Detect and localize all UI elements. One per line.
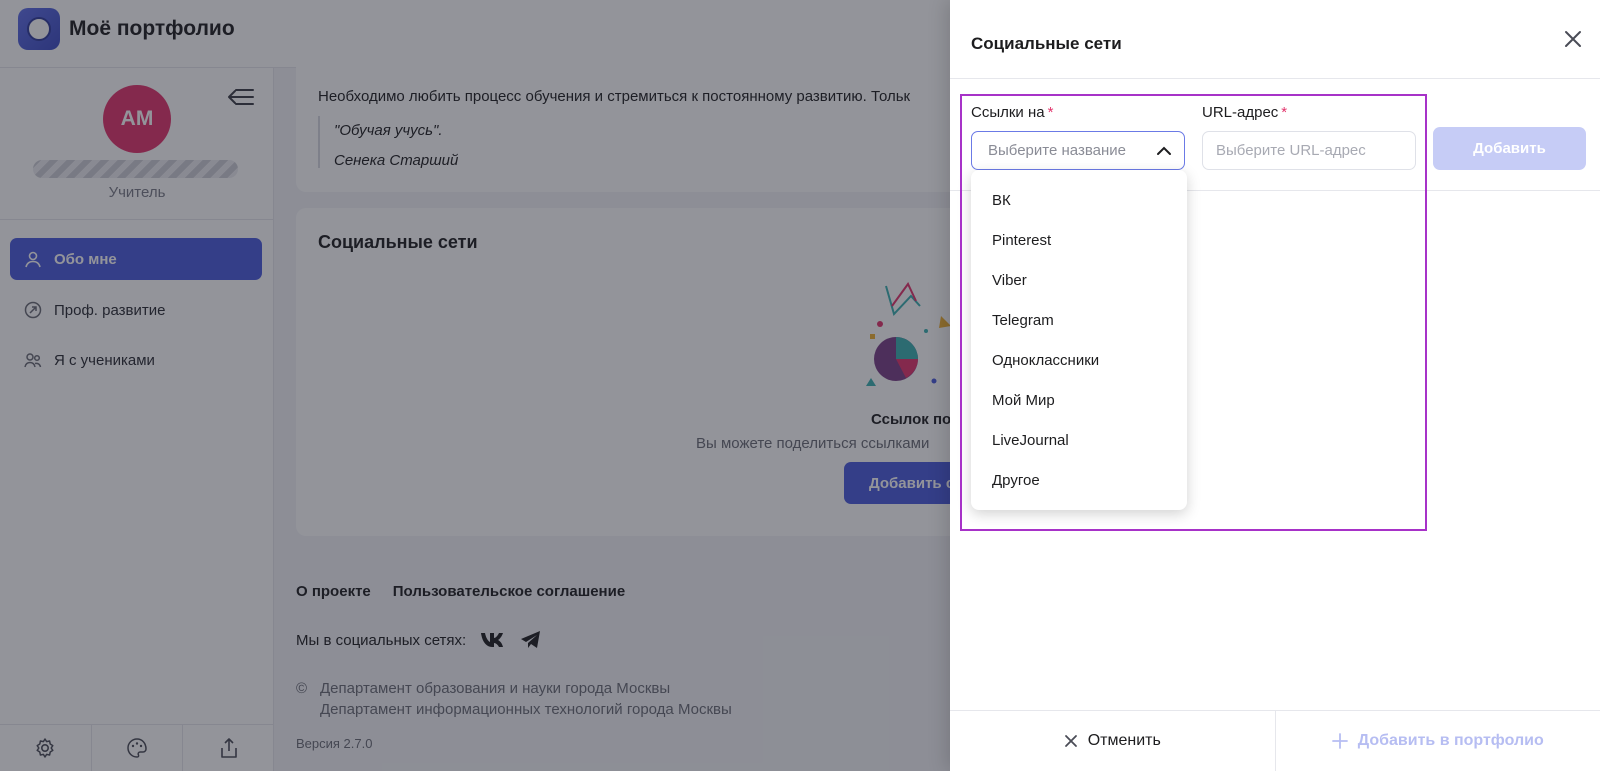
link-label-text: Ссылки на — [971, 104, 1045, 121]
add-to-portfolio-button[interactable]: Добавить в портфолио — [1276, 711, 1600, 771]
dropdown-option-other[interactable]: Другое — [971, 460, 1187, 500]
close-icon — [1064, 735, 1077, 747]
social-networks-panel: Социальные сети Ссылки на * URL-адрес * Вы… — [950, 0, 1600, 771]
chevron-up-icon — [1156, 143, 1172, 159]
url-label-text: URL-адрес — [1202, 104, 1279, 121]
cancel-button[interactable]: Отменить — [950, 711, 1276, 771]
panel-footer: Отменить Добавить в портфолио — [950, 710, 1600, 771]
panel-divider-top — [950, 78, 1600, 79]
dropdown-option-livejournal[interactable]: LiveJournal — [971, 420, 1187, 460]
required-mark: * — [1047, 104, 1054, 121]
network-dropdown-list: ВК Pinterest Viber Telegram Одноклассник… — [971, 170, 1187, 510]
add-button[interactable]: Добавить — [1433, 127, 1586, 170]
plus-icon — [1331, 733, 1348, 749]
dropdown-option-pinterest[interactable]: Pinterest — [971, 220, 1187, 260]
cancel-label: Отменить — [1087, 732, 1161, 749]
close-icon[interactable] — [1562, 28, 1584, 50]
panel-title: Социальные сети — [971, 34, 1122, 53]
add-to-portfolio-label: Добавить в портфолио — [1357, 732, 1544, 749]
link-field-label: Ссылки на * — [971, 104, 1053, 121]
required-mark: * — [1281, 104, 1288, 121]
url-field-label: URL-адрес * — [1202, 104, 1287, 121]
network-select[interactable]: Выберите название — [971, 131, 1185, 170]
dropdown-option-odnoklassniki[interactable]: Одноклассники — [971, 340, 1187, 380]
select-placeholder: Выберите название — [988, 142, 1126, 159]
dropdown-option-moy-mir[interactable]: Мой Мир — [971, 380, 1187, 420]
dropdown-option-viber[interactable]: Viber — [971, 260, 1187, 300]
url-input[interactable] — [1202, 131, 1416, 170]
dropdown-option-telegram[interactable]: Telegram — [971, 300, 1187, 340]
dropdown-option-vk[interactable]: ВК — [971, 180, 1187, 220]
